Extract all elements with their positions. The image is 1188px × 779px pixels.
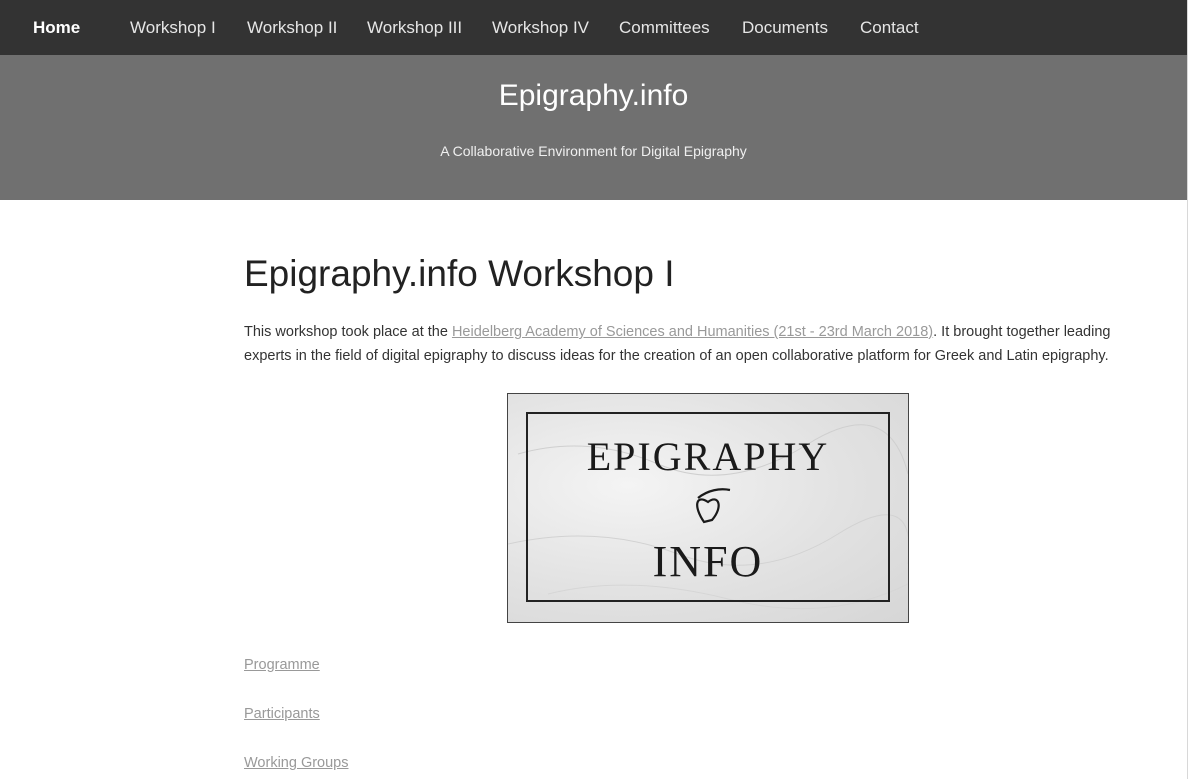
participants-link[interactable]: Participants [244,706,320,722]
nav-workshop-3[interactable]: Workshop III [367,0,462,55]
logo-text-epigraphy: EPIGRAPHY [587,434,829,479]
logo-graphic: EPIGRAPHY INFO [508,412,908,610]
leaf-icon [696,488,731,524]
venue-link[interactable]: Heidelberg Academy of Sciences and Human… [452,324,933,340]
site-header: Epigraphy.info A Collaborative Environme… [0,55,1187,200]
logo-text-info: INFO [653,537,764,586]
epigraphy-logo-image: EPIGRAPHY INFO [507,393,909,623]
intro-text-before: This workshop took place at the [244,324,452,340]
nav-documents[interactable]: Documents [742,0,828,55]
nav-workshop-2[interactable]: Workshop II [247,0,337,55]
site-subtitle: A Collaborative Environment for Digital … [440,143,747,159]
page-title: Epigraphy.info Workshop I [244,253,675,294]
nav-contact[interactable]: Contact [860,0,919,55]
top-navbar: Home Workshop I Workshop II Workshop III… [0,0,1187,55]
nav-home[interactable]: Home [33,0,80,55]
nav-workshop-4[interactable]: Workshop IV [492,0,589,55]
programme-link[interactable]: Programme [244,657,320,673]
nav-committees[interactable]: Committees [619,0,710,55]
nav-workshop-1[interactable]: Workshop I [130,0,216,55]
intro-paragraph: This workshop took place at the Heidelbe… [244,320,1144,368]
site-title: Epigraphy.info [498,79,689,112]
working-groups-link[interactable]: Working Groups [244,755,349,771]
